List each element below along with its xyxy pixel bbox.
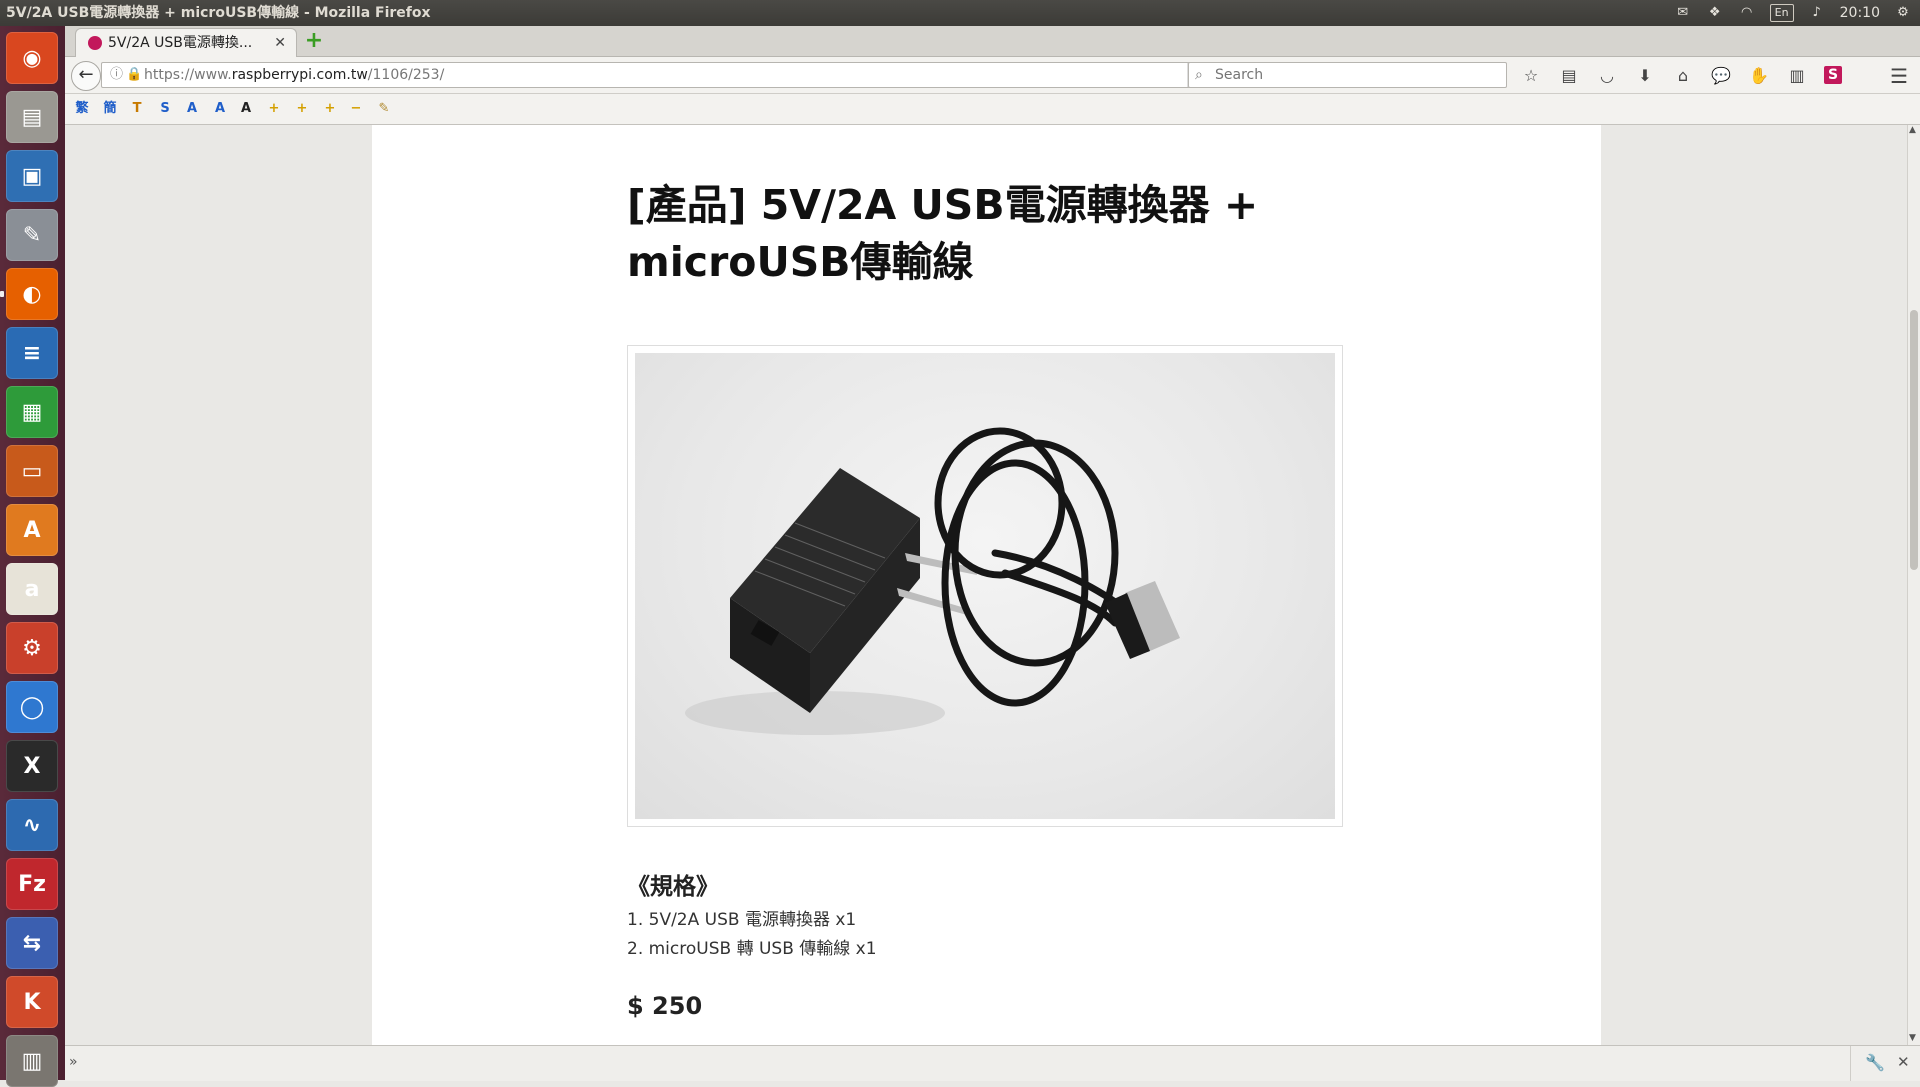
launcher-files-icon[interactable]: ▤ [6, 91, 58, 143]
search-icon: ⌕ [1195, 67, 1203, 83]
new-tab-button[interactable]: + [301, 28, 327, 54]
url-bar[interactable]: ⓘ 🔒 https://www.raspberrypi.com.tw/1106/… [101, 62, 1218, 88]
launcher-stacked-apps-icon[interactable]: ▥ [6, 1035, 58, 1087]
page-title: [產品] 5V/2A USB電源轉換器 + microUSB傳輸線 [627, 181, 1259, 286]
launcher-xterm-icon[interactable]: X [6, 740, 58, 792]
url-host: raspberrypi.com.tw [231, 67, 368, 83]
launcher-calc-icon[interactable]: ▦ [6, 386, 58, 438]
window-title-bar: 5V/2A USB電源轉換器 + microUSB傳輸線 - Mozilla F… [0, 0, 1920, 26]
launcher-impress-icon[interactable]: ▭ [6, 445, 58, 497]
raspberry-favicon-icon [88, 36, 102, 50]
addon-toolbar: 繁簡 T S A A A + + + − ✎ [65, 94, 1920, 125]
launcher-writer-icon[interactable]: ≡ [6, 327, 58, 379]
clock[interactable]: 20:10 [1840, 0, 1880, 26]
url-prefix: https://www. [144, 67, 232, 83]
launcher-remote-desktop-icon[interactable]: ▣ [6, 150, 58, 202]
launcher-ubuntu-dash-icon[interactable]: ◉ [6, 32, 58, 84]
dropbox-icon[interactable]: ❖ [1706, 5, 1724, 21]
downloads-icon[interactable]: ⬇ [1634, 64, 1656, 86]
addon-bar-bottom: » 🔧 ✕ [65, 1045, 1920, 1081]
toolbar-icons: ☆ ▤ ◡ ⬇ ⌂ 💬 ✋ ▥ S [1520, 57, 1842, 93]
launcher-image-editor-icon[interactable]: ✎ [6, 209, 58, 261]
spec-item: 2. microUSB 轉 USB 傳輸線 x1 [627, 939, 877, 959]
addon-trad-chinese-icon[interactable]: 繁 [73, 100, 91, 118]
launcher-chromium-icon[interactable]: ◯ [6, 681, 58, 733]
addon-font-a-2-icon[interactable]: A [211, 100, 229, 118]
launcher-amazon-icon[interactable]: a [6, 563, 58, 615]
addon-plus-1-icon[interactable]: + [265, 100, 283, 118]
info-icon[interactable]: ⓘ [110, 63, 123, 87]
addon-simp-chinese-icon[interactable]: 簡 [101, 100, 119, 118]
addon-convert-s-icon[interactable]: S [156, 100, 174, 118]
back-button[interactable]: ← [71, 61, 101, 91]
navigation-toolbar: ← ⓘ 🔒 https://www.raspberrypi.com.tw/110… [65, 57, 1920, 94]
wrench-icon[interactable]: 🔧 [1865, 1053, 1885, 1072]
insecure-lock-icon[interactable]: 🔒 [126, 63, 142, 87]
search-box[interactable]: ⌕ [1188, 62, 1507, 88]
home-icon[interactable]: ⌂ [1672, 64, 1694, 86]
addon-convert-t-icon[interactable]: T [128, 100, 146, 118]
system-tray: ✉ ❖ ◠ En ♪ 20:10 ⚙ [1674, 0, 1912, 26]
close-bar-icon[interactable]: ✕ [1897, 1053, 1910, 1071]
running-indicator [0, 291, 4, 297]
close-tab-icon[interactable]: ✕ [274, 29, 286, 57]
tab-bar: 5V/2A USB電源轉換... ✕ + [65, 26, 1920, 57]
launcher-system-monitor-icon[interactable]: ∿ [6, 799, 58, 851]
clipboard-icon[interactable]: ▥ [1786, 64, 1808, 86]
url-text[interactable]: https://www.raspberrypi.com.tw/1106/253/ [144, 63, 444, 87]
product-image-frame [627, 345, 1343, 827]
volume-icon[interactable]: ♪ [1808, 5, 1826, 21]
tab-active[interactable]: 5V/2A USB電源轉換... ✕ [75, 28, 297, 57]
s-addon-icon[interactable]: S [1824, 66, 1842, 84]
scrollbar-thumb[interactable] [1910, 310, 1918, 570]
launcher-filezilla-icon[interactable]: Fz [6, 858, 58, 910]
addon-plus-3-icon[interactable]: + [321, 100, 339, 118]
spec-item: 1. 5V/2A USB 電源轉換器 x1 [627, 910, 857, 930]
product-price: $ 250 [627, 992, 703, 1020]
launcher-network-tool-icon[interactable]: ⇆ [6, 917, 58, 969]
launcher: ◉ ▤ ▣ ✎ ◐ ≡ ▦ ▭ Aa ⚙ ◯ X ∿ Fz ⇆ K ▥ [0, 26, 66, 1087]
wifi-icon[interactable]: ◠ [1738, 5, 1756, 21]
addon-font-a-3-icon[interactable]: A [237, 100, 255, 118]
url-path: /1106/253/ [367, 67, 445, 83]
window-title: 5V/2A USB電源轉換器 + microUSB傳輸線 - Mozilla F… [6, 5, 431, 21]
launcher-firefox-icon[interactable]: ◐ [6, 268, 58, 320]
content-area: [產品] 5V/2A USB電源轉換器 + microUSB傳輸線 《規格》 1… [65, 125, 1907, 1045]
launcher-software-center-icon[interactable]: A [6, 504, 58, 556]
launcher-system-settings-icon[interactable]: ⚙ [6, 622, 58, 674]
chat-bubble-icon[interactable]: 💬 [1710, 64, 1732, 86]
addon-plus-2-icon[interactable]: + [293, 100, 311, 118]
share-icon[interactable]: ✋ [1748, 64, 1770, 86]
divider [1850, 1046, 1851, 1081]
chat-icon[interactable]: ✉ [1674, 5, 1692, 21]
page-body: [產品] 5V/2A USB電源轉換器 + microUSB傳輸線 《規格》 1… [372, 125, 1601, 1045]
addon-tools-icon[interactable]: ✎ [375, 100, 393, 118]
spec-heading: 《規格》 [627, 874, 719, 900]
product-image[interactable] [635, 353, 1335, 819]
keyboard-layout-indicator[interactable]: En [1769, 4, 1794, 22]
addon-font-a-1-icon[interactable]: A [183, 100, 201, 118]
reading-list-icon[interactable]: ▤ [1558, 64, 1580, 86]
pocket-icon[interactable]: ◡ [1596, 64, 1618, 86]
addon-minus-icon[interactable]: − [347, 100, 365, 118]
gear-icon[interactable]: ⚙ [1894, 5, 1912, 21]
launcher-kdiff3-icon[interactable]: K [6, 976, 58, 1028]
bookmark-star-icon[interactable]: ☆ [1520, 64, 1542, 86]
scroll-up-icon[interactable]: ▲ [1909, 125, 1916, 135]
expand-chevrons-icon[interactable]: » [69, 1054, 78, 1070]
scroll-down-icon[interactable]: ▼ [1909, 1033, 1916, 1043]
menu-icon[interactable]: ☰ [1890, 64, 1908, 88]
search-input[interactable] [1213, 65, 1497, 85]
product-photo-svg [685, 427, 1180, 735]
vertical-scrollbar[interactable]: ▲ ▼ [1907, 125, 1920, 1045]
tab-title: 5V/2A USB電源轉換... [108, 35, 253, 51]
